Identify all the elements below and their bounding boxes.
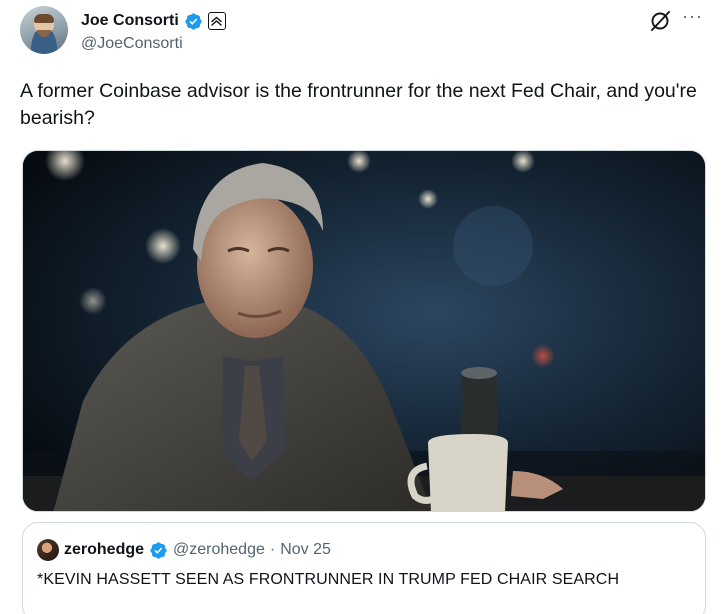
grok-icon[interactable] [649, 10, 671, 32]
affiliation-badge-icon[interactable] [207, 12, 226, 30]
author-name-row: Joe Consorti [81, 10, 226, 32]
tweet-media-photo[interactable] [22, 150, 706, 512]
tweet-card: Joe Consorti @JoeConsorti ··· A former C… [0, 0, 725, 614]
quoted-separator: · [269, 541, 276, 558]
quoted-display-name[interactable]: zerohedge [64, 541, 144, 559]
embedded-photo [23, 151, 705, 511]
quoted-author-avatar[interactable] [37, 539, 59, 561]
verified-badge-icon[interactable] [184, 12, 203, 31]
author-display-name[interactable]: Joe Consorti [81, 12, 179, 30]
avatar-hair [34, 14, 54, 23]
quoted-verified-badge-icon [149, 541, 168, 560]
quoted-author-row: zerohedge @zerohedge · Nov 25 [37, 539, 331, 561]
more-options-icon[interactable]: ··· [682, 7, 704, 31]
avatar-beard [37, 30, 51, 37]
quoted-tweet[interactable]: zerohedge @zerohedge · Nov 25 *KEVIN HAS… [22, 522, 706, 614]
tweet-text: A former Coinbase advisor is the frontru… [20, 80, 697, 129]
quoted-text: *KEVIN HASSETT SEEN AS FRONTRUNNER IN TR… [37, 571, 620, 588]
author-avatar[interactable] [20, 6, 68, 54]
author-handle[interactable]: @JoeConsorti [81, 35, 183, 53]
quoted-date[interactable]: Nov 25 [280, 541, 331, 559]
quoted-handle[interactable]: @zerohedge [173, 541, 265, 559]
